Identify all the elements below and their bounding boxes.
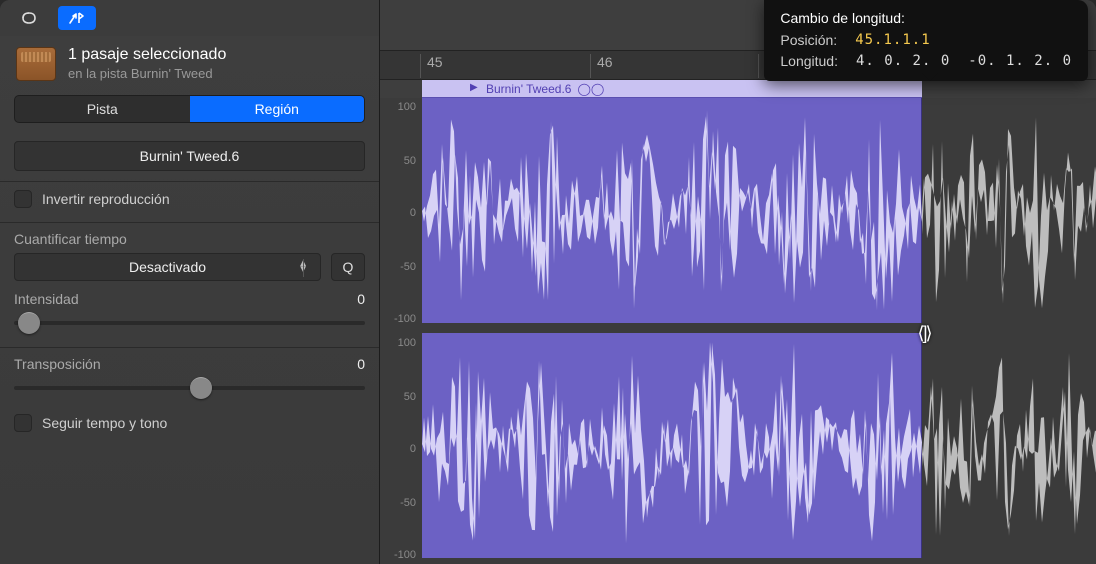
strength-value: 0 bbox=[357, 291, 365, 307]
region-clip-header[interactable]: ▶ Burnin' Tweed.6 ◯◯ bbox=[422, 80, 922, 98]
stereo-icon: ◯◯ bbox=[577, 82, 604, 96]
reverse-playback-row[interactable]: Invertir reproducción bbox=[14, 190, 365, 208]
waveform-svg-ghost bbox=[922, 98, 1096, 323]
audio-editor[interactable]: 45 46 47 ▶ Burnin' Tweed.6 ◯◯ 100 50 0 -… bbox=[380, 0, 1096, 564]
strength-slider-thumb[interactable] bbox=[18, 312, 40, 334]
ruler-tick: 45 bbox=[420, 54, 443, 78]
waveform-svg bbox=[422, 98, 922, 323]
ruler-tick: 46 bbox=[590, 54, 613, 78]
catch-playhead-icon bbox=[67, 11, 87, 25]
clip-name: Burnin' Tweed.6 bbox=[486, 82, 571, 96]
loop-mode-button[interactable] bbox=[10, 6, 48, 30]
reverse-playback-label: Invertir reproducción bbox=[42, 191, 170, 207]
reverse-playback-checkbox[interactable] bbox=[14, 190, 32, 208]
axis-label: -100 bbox=[380, 314, 422, 325]
follow-tempo-checkbox[interactable] bbox=[14, 414, 32, 432]
waveform-svg-ghost bbox=[922, 333, 1096, 558]
tooltip-position-key: Posición: bbox=[780, 30, 837, 50]
play-icon: ▶ bbox=[470, 82, 478, 93]
quantize-value: Desactivado bbox=[129, 259, 206, 275]
selected-audio-region[interactable] bbox=[422, 333, 922, 558]
inspector-panel: 1 pasaje seleccionado en la pista Burnin… bbox=[0, 0, 380, 564]
strength-label: Intensidad bbox=[14, 291, 79, 307]
axis-label: -50 bbox=[380, 498, 422, 509]
waveform-svg bbox=[422, 333, 922, 558]
region-name-value: Burnin' Tweed.6 bbox=[140, 148, 240, 164]
slider-track bbox=[14, 321, 365, 325]
length-change-tooltip: Cambio de longitud: Posición: 45.1.1.1 L… bbox=[764, 0, 1088, 81]
axis-label: -100 bbox=[380, 550, 422, 561]
quantize-dropdown[interactable]: Desactivado ▲▼ bbox=[14, 253, 321, 281]
waveform-channel-right[interactable] bbox=[422, 333, 1096, 558]
tab-track[interactable]: Pista bbox=[15, 96, 190, 122]
loop-icon bbox=[19, 11, 39, 25]
axis-label: 50 bbox=[380, 156, 422, 167]
quantize-apply-button[interactable]: Q bbox=[331, 253, 365, 281]
tooltip-length-value: 4. 0. 2. 0 bbox=[856, 51, 950, 71]
waveform-area[interactable]: 100 50 0 -50 -100 100 50 0 -50 -100 bbox=[380, 98, 1096, 564]
unselected-audio[interactable] bbox=[922, 98, 1096, 323]
transpose-slider-thumb[interactable] bbox=[190, 377, 212, 399]
quantize-q-label: Q bbox=[343, 259, 354, 275]
selection-header: 1 pasaje seleccionado en la pista Burnin… bbox=[0, 36, 379, 93]
inspector-toolbar bbox=[0, 0, 379, 36]
chevron-updown-icon: ▲▼ bbox=[298, 261, 308, 273]
transpose-value: 0 bbox=[357, 356, 365, 372]
axis-label: 50 bbox=[380, 392, 422, 403]
region-resize-cursor-icon: ⟨]⟩ bbox=[910, 322, 938, 344]
axis-label: -50 bbox=[380, 262, 422, 273]
track-region-segmented[interactable]: Pista Región bbox=[14, 95, 365, 123]
tooltip-title: Cambio de longitud: bbox=[780, 8, 1072, 28]
tooltip-length-key: Longitud: bbox=[780, 51, 838, 71]
transpose-slider[interactable] bbox=[14, 378, 365, 398]
axis-label: 0 bbox=[380, 444, 422, 455]
selection-title: 1 pasaje seleccionado bbox=[68, 46, 226, 64]
axis-label: 100 bbox=[380, 102, 422, 113]
tooltip-position-value: 45.1.1.1 bbox=[855, 30, 930, 50]
follow-tempo-label: Seguir tempo y tono bbox=[42, 415, 167, 431]
selected-audio-region[interactable] bbox=[422, 98, 922, 323]
strength-slider[interactable] bbox=[14, 313, 365, 333]
region-name-field[interactable]: Burnin' Tweed.6 bbox=[14, 141, 365, 171]
axis-label: 100 bbox=[380, 338, 422, 349]
transpose-label: Transposición bbox=[14, 356, 101, 372]
unselected-audio[interactable] bbox=[922, 333, 1096, 558]
track-amp-icon bbox=[16, 47, 56, 81]
tooltip-delta-value: -0. 1. 2. 0 bbox=[968, 51, 1072, 71]
catch-playhead-button[interactable] bbox=[58, 6, 96, 30]
tab-region[interactable]: Región bbox=[190, 96, 365, 122]
axis-label: 0 bbox=[380, 208, 422, 219]
selection-subtitle: en la pista Burnin' Tweed bbox=[68, 66, 226, 81]
waveform-channel-left[interactable] bbox=[422, 98, 1096, 323]
follow-tempo-row[interactable]: Seguir tempo y tono bbox=[14, 414, 365, 432]
quantize-label: Cuantificar tiempo bbox=[14, 231, 365, 247]
